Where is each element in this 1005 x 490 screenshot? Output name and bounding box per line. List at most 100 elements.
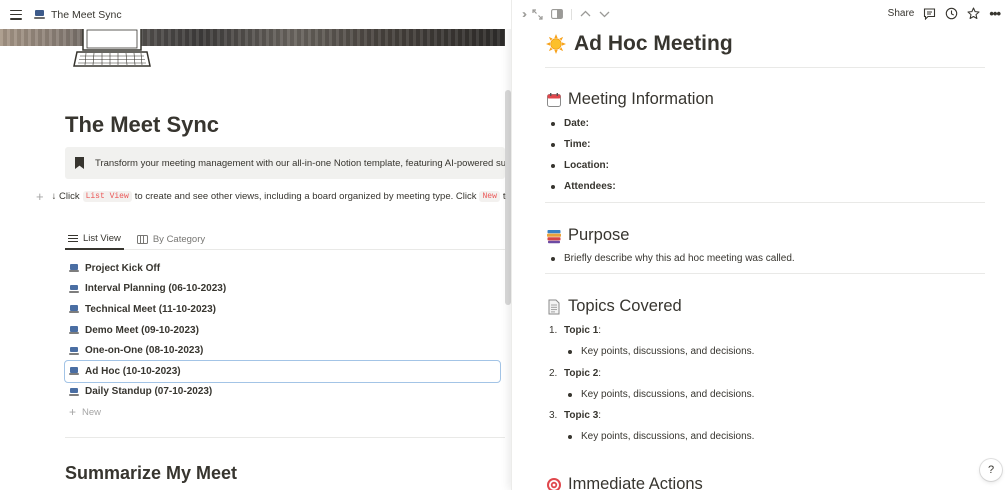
list-item[interactable]: Interval Planning (06-10-2023): [65, 279, 500, 300]
calendar-icon: [547, 92, 561, 107]
laptop-icon: [69, 264, 79, 273]
plus-icon: +: [69, 405, 77, 420]
comment-icon[interactable]: [923, 7, 936, 20]
field-label: Date:: [564, 118, 590, 129]
item-label: One-on-One (08-10-2023): [85, 345, 204, 357]
topic-detail: Key points, discussions, and decisions.: [581, 346, 755, 357]
list-item[interactable]: Technical Meet (11-10-2023): [65, 299, 500, 320]
page-title: The Meet Sync: [65, 112, 220, 137]
hint-prefix: ↓ Click: [51, 190, 80, 202]
topics-heading: Topics Covered: [546, 297, 682, 316]
document-icon: [548, 299, 560, 314]
actions-heading: Immediate Actions: [546, 475, 703, 490]
sun-icon: [546, 34, 566, 54]
list-item: Time:: [551, 139, 591, 150]
new-item-button[interactable]: + New: [65, 402, 500, 422]
side-peek-icon[interactable]: [551, 9, 563, 19]
topic-colon: :: [598, 410, 602, 421]
numbered-item: 2. Topic 2:: [549, 368, 601, 379]
numbered-item: 1. Topic 1:: [549, 325, 601, 336]
list-item: Briefly describe why this ad hoc meeting…: [551, 253, 795, 264]
field-label: Time:: [564, 139, 591, 150]
heading-text: Immediate Actions: [568, 475, 703, 490]
tab-label: By Category: [152, 234, 206, 245]
heading-text: Topics Covered: [568, 297, 682, 315]
sub-list-item: Key points, discussions, and decisions.: [568, 389, 754, 400]
topic-detail: Key points, discussions, and decisions.: [581, 431, 755, 442]
topic-detail: Key points, discussions, and decisions.: [581, 389, 755, 400]
item-number: 2.: [549, 368, 558, 379]
bookmark-icon: [75, 157, 84, 169]
topic-label: Topic 1: [564, 325, 599, 336]
board-icon: [136, 235, 148, 244]
tab-label: List View: [83, 233, 121, 244]
list-item[interactable]: Daily Standup (07-10-2023): [65, 382, 500, 403]
heading-text: Purpose: [568, 226, 630, 244]
peek-title-row: Ad Hoc Meeting: [546, 32, 733, 56]
separator: [571, 8, 572, 20]
view-tabs: List View By Category: [65, 230, 505, 250]
divider: [65, 437, 505, 438]
meeting-info-heading: Meeting Information: [546, 90, 714, 109]
menu-icon[interactable]: [10, 9, 22, 20]
divider: [545, 67, 985, 68]
tab-by-category[interactable]: By Category: [134, 230, 208, 250]
database-list: Project Kick Off Interval Planning (06-1…: [64, 258, 501, 422]
main-page: The Meet Sync Transform your meeting man…: [0, 0, 511, 490]
laptop-icon: [34, 10, 45, 19]
list-icon: [68, 234, 78, 243]
section-heading: Summarize My Meet: [65, 463, 238, 483]
laptop-icon: [69, 346, 79, 355]
new-label: New: [82, 406, 102, 418]
topic-label: Topic 2: [564, 368, 599, 379]
item-label: Project Kick Off: [85, 262, 161, 274]
divider: [545, 273, 985, 274]
purpose-text: Briefly describe why this ad hoc meeting…: [564, 253, 795, 264]
list-item: Date:: [551, 118, 589, 129]
item-number: 1.: [549, 325, 558, 336]
divider: [545, 202, 985, 203]
laptop-page-icon[interactable]: [72, 28, 152, 70]
callout: Transform your meeting management with o…: [65, 147, 505, 179]
field-label: Location:: [564, 160, 609, 171]
item-label: Interval Planning (06-10-2023): [85, 283, 227, 295]
list-item-selected[interactable]: Ad Hoc (10-10-2023): [64, 359, 501, 383]
tab-list-view[interactable]: List View: [65, 230, 124, 250]
peek-top-bar: ›› Share •••: [512, 0, 1005, 29]
help-button[interactable]: ?: [980, 459, 1002, 481]
numbered-item: 3. Topic 3:: [549, 410, 601, 421]
item-label: Technical Meet (11-10-2023): [85, 303, 216, 315]
laptop-icon: [69, 305, 79, 314]
topic-label: Topic 3: [564, 410, 599, 421]
top-bar: The Meet Sync: [0, 0, 511, 29]
item-label: Ad Hoc (10-10-2023): [85, 365, 181, 377]
laptop-icon: [69, 284, 79, 293]
inline-code-new: New: [479, 190, 500, 202]
purpose-heading: Purpose: [546, 226, 629, 245]
history-icon[interactable]: [945, 7, 958, 20]
favorite-star-icon[interactable]: [967, 7, 980, 20]
item-label: Demo Meet (09-10-2023): [85, 324, 199, 336]
more-options-icon[interactable]: •••: [989, 6, 1001, 21]
side-peek-panel: ›› Share ••• Ad Hoc Meeting Meeting Info…: [511, 0, 1005, 490]
laptop-icon: [69, 326, 79, 335]
chevron-up-icon[interactable]: [580, 10, 591, 18]
chevron-down-icon[interactable]: [599, 10, 610, 18]
list-item: Attendees:: [551, 181, 616, 192]
list-item: Location:: [551, 160, 609, 171]
list-item[interactable]: One-on-One (08-10-2023): [65, 340, 500, 361]
sub-list-item: Key points, discussions, and decisions.: [568, 346, 754, 357]
books-icon: [547, 229, 561, 243]
close-peek-icon[interactable]: ››: [522, 7, 527, 21]
target-icon: [547, 477, 561, 490]
list-item[interactable]: Project Kick Off: [65, 258, 500, 279]
topic-colon: :: [598, 325, 602, 336]
breadcrumb[interactable]: The Meet Sync: [51, 9, 122, 21]
list-item[interactable]: Demo Meet (09-10-2023): [65, 320, 500, 341]
hint-row: + ↓ Click List View to create and see ot…: [36, 189, 506, 203]
expand-icon[interactable]: [532, 8, 543, 20]
topic-colon: :: [598, 368, 602, 379]
add-block-icon[interactable]: +: [36, 189, 44, 203]
share-button[interactable]: Share: [888, 8, 915, 19]
peek-page-title: Ad Hoc Meeting: [574, 32, 733, 55]
